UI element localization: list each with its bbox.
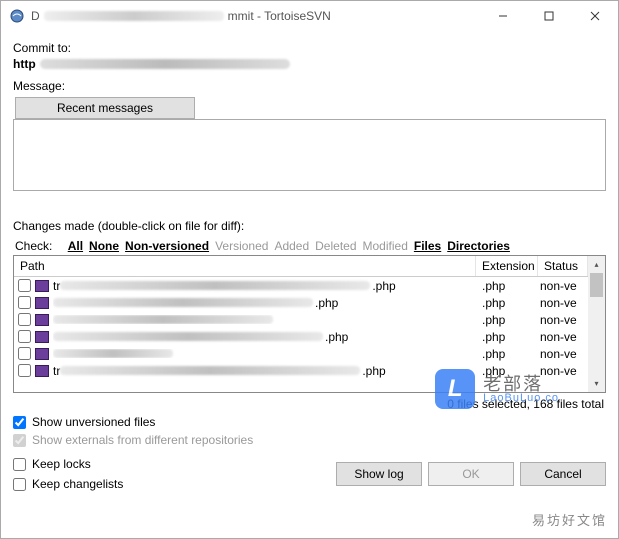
ok-button[interactable]: OK (428, 462, 514, 486)
selection-status: 0 files selected, 168 files total (13, 397, 604, 411)
table-row[interactable]: .phpnon-ve (14, 345, 605, 362)
file-type-icon (35, 280, 49, 292)
message-label: Message: (13, 79, 606, 93)
file-type-icon (35, 297, 49, 309)
minimize-button[interactable] (480, 1, 526, 31)
close-button[interactable] (572, 1, 618, 31)
file-list[interactable]: Path Extension Status ˄ tr.php.phpnon-ve… (13, 255, 606, 393)
filter-directories[interactable]: Directories (447, 239, 510, 253)
scroll-down-button[interactable]: ▾ (588, 375, 605, 392)
row-checkbox[interactable] (18, 313, 31, 326)
row-checkbox[interactable] (18, 364, 31, 377)
scroll-up-button[interactable]: ▴ (588, 256, 605, 273)
table-row[interactable]: .php.phpnon-ve (14, 294, 605, 311)
show-externals-checkbox[interactable]: Show externals from different repositori… (13, 433, 606, 447)
titlebar: D mmit - TortoiseSVN (1, 1, 618, 31)
maximize-button[interactable] (526, 1, 572, 31)
recent-messages-button[interactable]: Recent messages (15, 97, 195, 119)
scroll-thumb[interactable] (590, 273, 603, 297)
table-row[interactable]: .phpnon-ve (14, 311, 605, 328)
col-path[interactable]: Path (14, 256, 476, 276)
file-type-icon (35, 365, 49, 377)
table-row[interactable]: tr.php.phpnon-ve (14, 277, 605, 294)
filter-modified[interactable]: Modified (363, 239, 408, 253)
row-extension: .php (476, 364, 538, 378)
col-status[interactable]: Status (538, 256, 588, 276)
table-row[interactable]: .php.phpnon-ve (14, 328, 605, 345)
changes-label: Changes made (double-click on file for d… (13, 219, 606, 233)
row-extension: .php (476, 330, 538, 344)
file-type-icon (35, 331, 49, 343)
filter-all[interactable]: All (68, 239, 83, 253)
filter-none[interactable]: None (89, 239, 119, 253)
row-extension: .php (476, 279, 538, 293)
vertical-scrollbar[interactable]: ▴ ▾ (588, 256, 605, 392)
row-checkbox[interactable] (18, 347, 31, 360)
filter-added[interactable]: Added (274, 239, 309, 253)
row-checkbox[interactable] (18, 279, 31, 292)
row-status: non-ve (538, 313, 588, 327)
window-title: D mmit - TortoiseSVN (31, 9, 480, 23)
row-extension: .php (476, 313, 538, 327)
filter-non-versioned[interactable]: Non-versioned (125, 239, 209, 253)
show-unversioned-checkbox[interactable]: Show unversioned files (13, 415, 606, 429)
col-extension[interactable]: Extension (476, 256, 538, 276)
row-extension: .php (476, 347, 538, 361)
keep-changelists-checkbox[interactable]: Keep changelists (13, 477, 328, 491)
check-filters: Check: All None Non-versioned Versioned … (15, 239, 606, 253)
corner-watermark: 易坊好文馆 (532, 510, 607, 529)
commit-url: http (13, 57, 606, 71)
row-checkbox[interactable] (18, 296, 31, 309)
file-type-icon (35, 348, 49, 360)
filter-deleted[interactable]: Deleted (315, 239, 356, 253)
file-type-icon (35, 314, 49, 326)
file-list-header: Path Extension Status ˄ (14, 256, 605, 277)
filter-versioned[interactable]: Versioned (215, 239, 268, 253)
row-status: non-ve (538, 364, 588, 378)
cancel-button[interactable]: Cancel (520, 462, 606, 486)
row-status: non-ve (538, 330, 588, 344)
app-icon (9, 8, 25, 24)
keep-locks-checkbox[interactable]: Keep locks (13, 457, 328, 471)
row-status: non-ve (538, 296, 588, 310)
row-extension: .php (476, 296, 538, 310)
row-status: non-ve (538, 279, 588, 293)
commit-to-label: Commit to: (13, 41, 606, 55)
commit-message-input[interactable] (13, 119, 606, 191)
filter-files[interactable]: Files (414, 239, 441, 253)
show-log-button[interactable]: Show log (336, 462, 422, 486)
table-row[interactable]: tr.php.phpnon-ve (14, 362, 605, 379)
row-checkbox[interactable] (18, 330, 31, 343)
row-status: non-ve (538, 347, 588, 361)
